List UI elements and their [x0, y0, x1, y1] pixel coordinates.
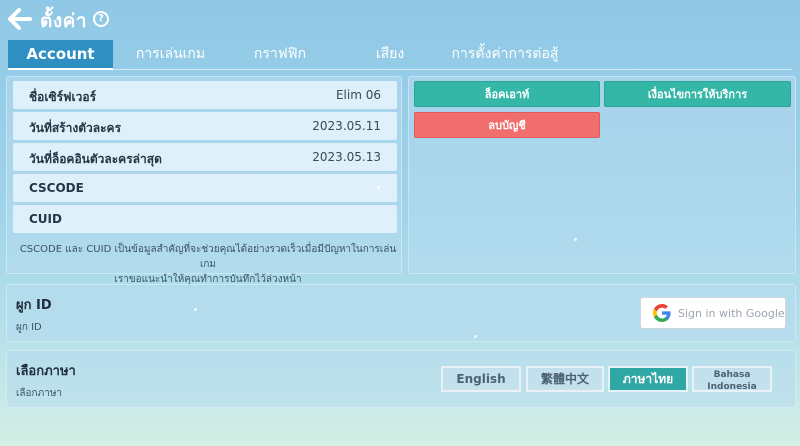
last-login-value: 2023.05.13: [312, 150, 381, 164]
tab-bar: Account การเล่นเกม กราฟฟิก เสียง การตั้ง…: [0, 40, 800, 70]
created-date-value: 2023.05.11: [312, 119, 381, 133]
cuid-row: CUID: [13, 205, 397, 233]
sparkle-decoration: [377, 186, 380, 189]
language-subtitle: เลือกภาษา: [16, 388, 63, 399]
cscode-row: CSCODE: [13, 174, 397, 202]
tab-graphics[interactable]: กราฟฟิก: [230, 40, 330, 70]
language-option-indonesian[interactable]: Bahasa Indonesia: [692, 366, 772, 392]
server-name-row: ชื่อเซิร์ฟเวอร์ Elim 06: [13, 81, 397, 109]
cscode-note: CSCODE และ CUID เป็นข้อมูลสำคัญที่จะช่วย…: [17, 242, 399, 287]
language-option-thai-label: ภาษาไทย: [622, 372, 674, 386]
bind-id-subtitle: ผูก ID: [16, 322, 42, 333]
language-title: เลือกภาษา: [16, 364, 76, 379]
header-bar: ตั้งค่า ?: [0, 0, 800, 38]
server-name-value: Elim 06: [335, 88, 381, 102]
sparkle-decoration: [474, 335, 477, 338]
google-sign-in-label: Sign in with Google: [678, 307, 785, 320]
account-info-panel: ชื่อเซิร์ฟเวอร์ Elim 06 วันที่สร้างตัวละ…: [6, 76, 402, 285]
help-icon[interactable]: ?: [93, 11, 109, 27]
bind-id-title: ผูก ID: [16, 298, 52, 313]
language-option-indonesian-line1: Bahasa: [713, 370, 751, 380]
google-sign-in-button[interactable]: Sign in with Google: [640, 297, 786, 329]
language-option-english[interactable]: English: [441, 366, 521, 392]
cuid-label: CUID: [29, 212, 62, 226]
created-date-label: วันที่สร้างตัวละคร: [29, 121, 122, 135]
delete-account-button[interactable]: ลบบัญชี: [414, 112, 600, 138]
tab-sound[interactable]: เสียง: [355, 40, 425, 70]
sparkle-decoration: [574, 238, 577, 241]
sparkle-decoration: [194, 308, 197, 311]
back-arrow-icon[interactable]: [8, 8, 32, 30]
tab-gameplay[interactable]: การเล่นเกม: [113, 40, 228, 70]
account-actions-panel: ล็อคเอาท์ เงื่อนไขการให้บริการ ลบบัญชี: [408, 76, 796, 274]
language-option-traditional-chinese-label: 繁體中文: [540, 372, 589, 386]
cscode-label: CSCODE: [29, 181, 84, 195]
last-login-label: วันที่ล็อคอินตัวละครล่าสุด: [29, 152, 162, 166]
language-option-traditional-chinese[interactable]: 繁體中文: [526, 366, 604, 392]
language-option-thai[interactable]: ภาษาไทย: [608, 366, 688, 392]
last-login-row: วันที่ล็อคอินตัวละครล่าสุด 2023.05.13: [13, 143, 397, 171]
page-title: ตั้งค่า: [40, 10, 87, 32]
terms-of-service-button[interactable]: เงื่อนไขการให้บริการ: [604, 81, 791, 107]
created-date-row: วันที่สร้างตัวละคร 2023.05.11: [13, 112, 397, 140]
tab-account[interactable]: Account: [8, 40, 113, 70]
language-option-indonesian-line2: Indonesia: [707, 382, 757, 392]
cscode-note-line1: CSCODE และ CUID เป็นข้อมูลสำคัญที่จะช่วย…: [19, 244, 397, 270]
tab-divider: [8, 69, 792, 70]
logout-button[interactable]: ล็อคเอาท์: [414, 81, 600, 107]
language-option-english-label: English: [456, 372, 506, 386]
google-icon: [653, 304, 671, 322]
tab-battle-settings[interactable]: การตั้งค่าการต่อสู้: [440, 40, 570, 70]
server-name-label: ชื่อเซิร์ฟเวอร์: [29, 90, 97, 104]
